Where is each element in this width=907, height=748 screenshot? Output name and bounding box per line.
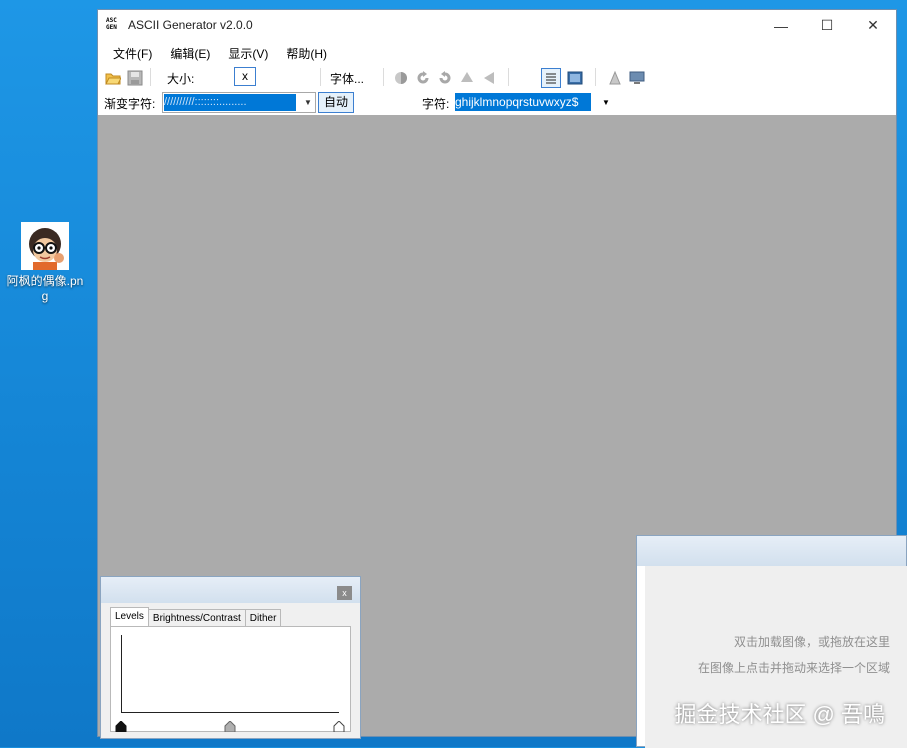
toolbar-separator [150,68,151,86]
size-label: 大小: [167,72,195,86]
ramp-value: //////////::::::::......... [164,94,296,111]
levels-panel-header[interactable]: x [101,577,360,603]
invert-icon[interactable] [393,70,409,86]
save-icon[interactable] [127,70,143,86]
menu-help[interactable]: 帮助(H) [277,45,336,62]
chars-label: 字符: [422,97,450,111]
title-bar[interactable]: ASC GEN ASCII Generator v2.0.0 — ☐ ✕ [98,10,896,41]
menu-bar: 文件(F) 编辑(E) 显示(V) 帮助(H) [98,41,896,65]
text-view-icon[interactable] [541,68,561,88]
auto-button[interactable]: 自动 [318,92,354,113]
width-input[interactable] [201,67,235,88]
histogram-plot [115,635,345,732]
options-toolbar: 渐变字符: //////////::::::::......... ▼ 自动 字… [98,90,896,115]
levels-panel: x Levels Brightness/Contrast Dither [100,576,361,739]
minimize-button[interactable]: — [758,10,804,41]
preview-panel-header[interactable] [637,536,906,566]
monitor-icon[interactable] [629,70,645,86]
tab-brightness-contrast[interactable]: Brightness/Contrast [147,609,246,627]
tab-dither[interactable]: Dither [244,609,282,627]
maximize-button[interactable]: ☐ [804,10,850,41]
select-region-hint: 在图像上点击并拖动来选择一个区域 [697,661,890,675]
image-thumbnail-icon [21,222,69,270]
tab-levels[interactable]: Levels [110,607,149,627]
sharpen-icon[interactable] [607,70,623,86]
rotate-left-icon[interactable] [437,70,453,86]
desktop-file-icon[interactable]: 阿枫的偶像.png [4,222,86,304]
flip-vertical-icon[interactable] [459,70,475,86]
toolbar-separator [508,68,509,86]
chevron-down-icon[interactable]: ▼ [599,92,613,113]
watermark-text: 掘金技术社区 @ 吾鳴 [674,702,885,727]
histogram-x-axis [121,712,339,713]
desktop-file-label: 阿枫的偶像.png [6,274,84,303]
toolbar-separator [595,68,596,86]
app-logo-icon: ASC GEN [106,17,117,31]
open-folder-icon[interactable] [105,70,122,86]
menu-file[interactable]: 文件(F) [104,45,161,62]
levels-tab-panel [110,626,351,732]
histogram-y-axis [121,635,122,713]
window-title: ASCII Generator v2.0.0 [128,18,253,32]
levels-tab-strip: Levels Brightness/Contrast Dither [110,607,282,627]
toolbar-separator [383,68,384,86]
menu-view[interactable]: 显示(V) [219,45,277,62]
size-separator: x [234,67,256,86]
menu-edit[interactable]: 编辑(E) [161,45,219,62]
ramp-label: 渐变字符: [104,97,156,111]
rotate-right-icon[interactable] [415,70,431,86]
toolbar-separator [320,68,321,86]
chars-value: ghijklmnopqrstuvwxyz$ [455,93,591,111]
close-button[interactable]: ✕ [850,10,896,41]
chars-combobox[interactable]: ghijklmnopqrstuvwxyz$ ▼ [455,92,613,113]
levels-close-button[interactable]: x [337,586,352,600]
height-input[interactable] [258,67,292,88]
levels-panel-body: Levels Brightness/Contrast Dither [101,603,360,738]
ramp-combobox[interactable]: //////////::::::::......... ▼ [162,92,316,113]
chevron-down-icon[interactable]: ▼ [301,93,315,112]
flip-horizontal-icon[interactable] [481,70,497,86]
font-button[interactable]: 字体... [330,70,364,87]
image-view-icon[interactable] [567,70,583,86]
load-image-hint: 双击加载图像，或拖放在这里 [733,635,890,649]
main-toolbar: 大小: x 字体... [98,65,896,90]
